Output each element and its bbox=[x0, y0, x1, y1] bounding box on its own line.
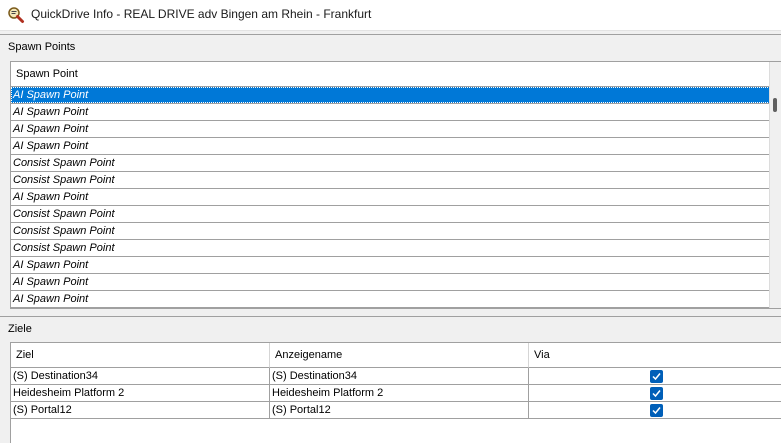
via-cell bbox=[529, 385, 781, 402]
spawn-points-label: Spawn Points bbox=[8, 41, 76, 53]
spawn-point-label: AI Spawn Point bbox=[13, 123, 89, 135]
spawn-point-row[interactable]: Consist Spawn Point bbox=[11, 240, 770, 257]
spawn-points-grid[interactable]: Spawn Point AI Spawn Point AI Spawn Point… bbox=[10, 61, 781, 309]
spawn-point-label: AI Spawn Point bbox=[13, 140, 89, 152]
via-checkbox[interactable] bbox=[650, 370, 663, 383]
ziele-grid[interactable]: Ziel Anzeigename Via (S) Destination34 (S… bbox=[10, 342, 781, 443]
checkmark-icon bbox=[652, 390, 661, 398]
via-checkbox[interactable] bbox=[650, 404, 663, 417]
column-header-spawn-point[interactable]: Spawn Point bbox=[11, 62, 770, 87]
ziel-row[interactable]: Heidesheim Platform 2 Heidesheim Platform… bbox=[11, 385, 781, 402]
spawn-point-label: AI Spawn Point bbox=[13, 293, 89, 305]
spawn-point-label: Consist Spawn Point bbox=[13, 242, 115, 254]
window-title: QuickDrive Info - REAL DRIVE adv Bingen … bbox=[31, 7, 372, 21]
spawn-point-row[interactable]: AI Spawn Point bbox=[11, 87, 770, 104]
spawn-point-label: Consist Spawn Point bbox=[13, 225, 115, 237]
anzeigename-cell[interactable]: (S) Destination34 bbox=[270, 368, 529, 385]
spawn-point-label: Consist Spawn Point bbox=[13, 157, 115, 169]
anzeigename-cell[interactable]: (S) Portal12 bbox=[270, 402, 529, 419]
spawn-point-row[interactable]: Consist Spawn Point bbox=[11, 223, 770, 240]
ziel-cell[interactable]: (S) Portal12 bbox=[11, 402, 270, 419]
checkmark-icon bbox=[652, 407, 661, 415]
column-header-via[interactable]: Via bbox=[529, 343, 781, 368]
spawn-point-label: AI Spawn Point bbox=[13, 191, 89, 203]
spawn-point-label: AI Spawn Point bbox=[13, 276, 89, 288]
spawn-point-row[interactable]: AI Spawn Point bbox=[11, 291, 770, 308]
spawn-point-row[interactable]: AI Spawn Point bbox=[11, 274, 770, 291]
ziel-cell[interactable]: Heidesheim Platform 2 bbox=[11, 385, 270, 402]
spawn-point-label: Consist Spawn Point bbox=[13, 208, 115, 220]
via-cell bbox=[529, 368, 781, 385]
scrollbar-thumb[interactable] bbox=[773, 98, 777, 112]
via-cell bbox=[529, 402, 781, 419]
checkmark-icon bbox=[652, 373, 661, 381]
via-checkbox[interactable] bbox=[650, 387, 663, 400]
spawn-point-row[interactable]: Consist Spawn Point bbox=[11, 172, 770, 189]
ziel-row[interactable]: (S) Portal12 (S) Portal12 bbox=[11, 402, 781, 419]
spawn-point-label: Consist Spawn Point bbox=[13, 174, 115, 186]
column-header-ziel[interactable]: Ziel bbox=[11, 343, 270, 368]
spawn-point-row[interactable]: AI Spawn Point bbox=[11, 138, 770, 155]
ziele-label: Ziele bbox=[8, 323, 32, 335]
title-bar: QuickDrive Info - REAL DRIVE adv Bingen … bbox=[0, 0, 781, 31]
spawn-point-label: AI Spawn Point bbox=[13, 89, 89, 101]
spawn-point-label: AI Spawn Point bbox=[13, 106, 89, 118]
spawn-point-row[interactable]: AI Spawn Point bbox=[11, 189, 770, 206]
ziel-cell[interactable]: (S) Destination34 bbox=[11, 368, 270, 385]
spawn-point-row[interactable]: AI Spawn Point bbox=[11, 104, 770, 121]
spawn-point-label: AI Spawn Point bbox=[13, 259, 89, 271]
spawn-point-row[interactable]: Consist Spawn Point bbox=[11, 155, 770, 172]
app-icon bbox=[8, 7, 24, 23]
spawn-point-row[interactable]: AI Spawn Point bbox=[11, 121, 770, 138]
vertical-scrollbar[interactable] bbox=[769, 62, 781, 308]
spawn-point-row[interactable]: AI Spawn Point bbox=[11, 257, 770, 274]
anzeigename-cell[interactable]: Heidesheim Platform 2 bbox=[270, 385, 529, 402]
column-header-anzeigename[interactable]: Anzeigename bbox=[270, 343, 529, 368]
ziel-row[interactable]: (S) Destination34 (S) Destination34 bbox=[11, 368, 781, 385]
spawn-point-row[interactable]: Consist Spawn Point bbox=[11, 206, 770, 223]
